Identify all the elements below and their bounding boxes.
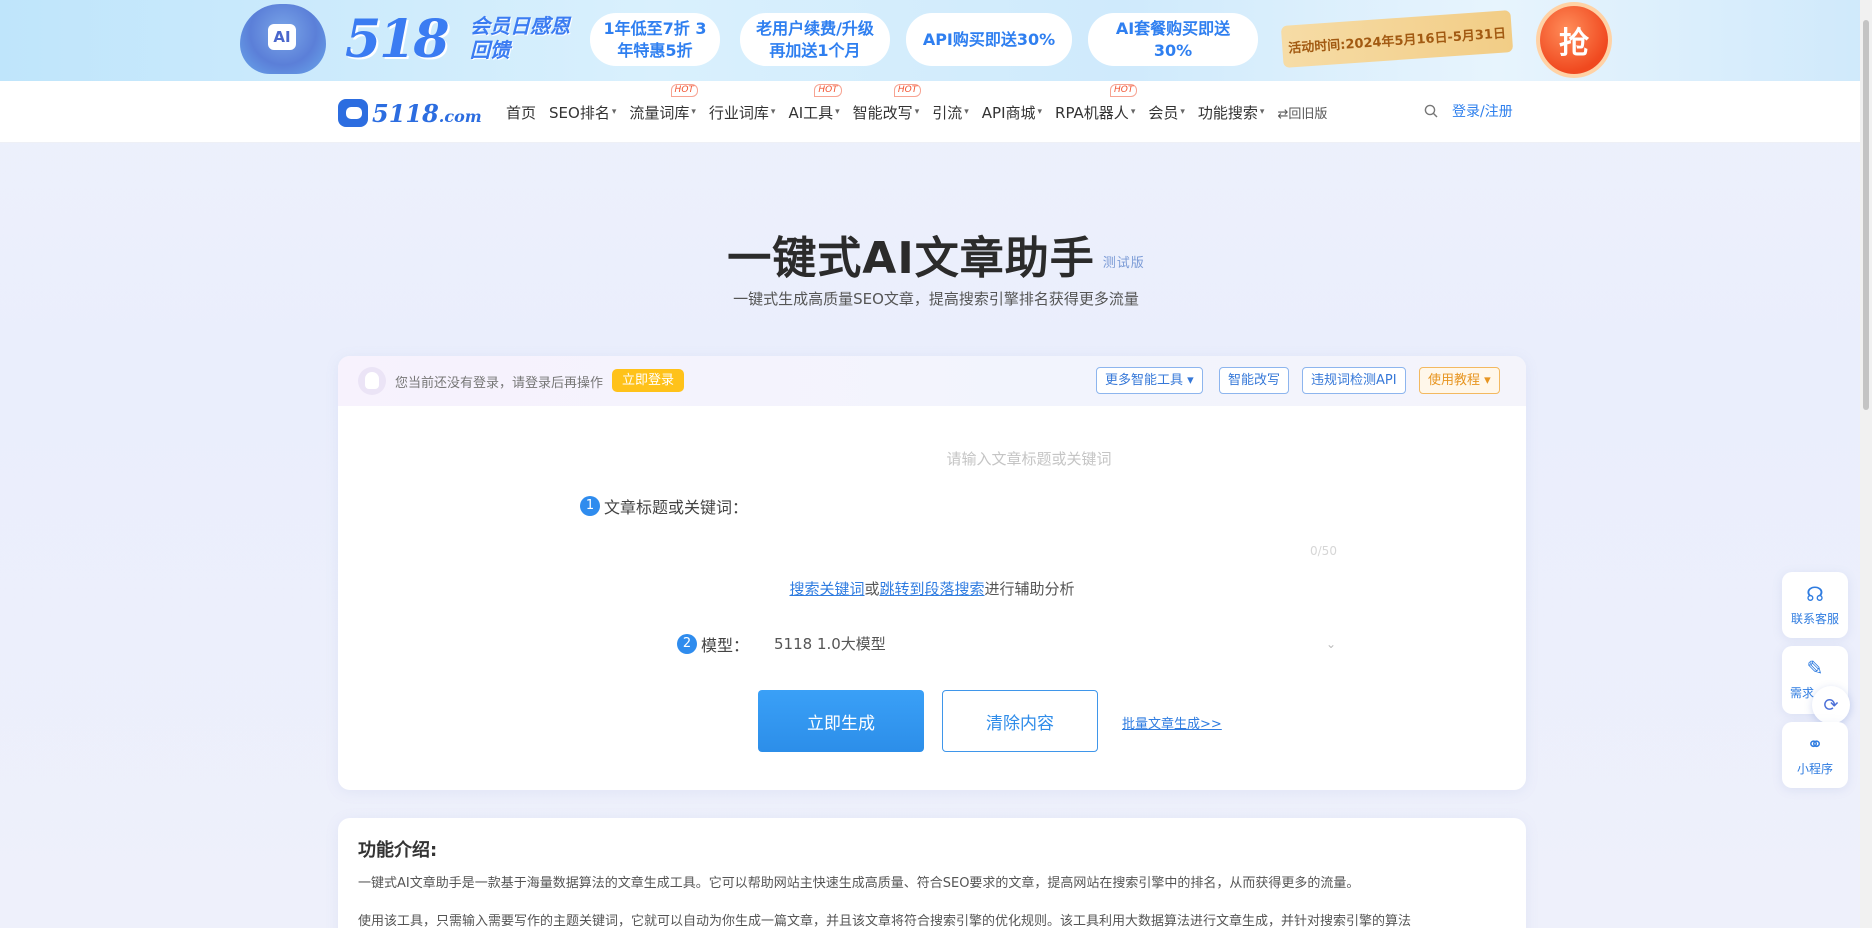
login-notice: 您当前还没有登录，请登录后再操作 [395, 376, 604, 391]
promo-grab-button[interactable]: 抢 [1540, 6, 1608, 74]
login-register-link[interactable]: 登录/注册 [1452, 101, 1513, 121]
promo-pill-ai[interactable]: AI套餐购买即送30% [1088, 13, 1258, 66]
paragraph-search-link[interactable]: 跳转到段落搜索 [880, 580, 985, 598]
nav-item-ai-tools[interactable]: AI工具 ▾ HOT [788, 83, 842, 123]
chevron-down-icon: ▾ [770, 107, 776, 117]
nav-item-rpa-robot[interactable]: RPA机器人 ▾ HOT [1055, 83, 1138, 123]
article-generator-card: 您当前还没有登录，请登录后再操作 立即登录 更多智能工具 ▾ 智能改写 违规词检… [338, 356, 1526, 790]
promo-pill-api[interactable]: API购买即送30% [906, 13, 1072, 66]
promo-banner[interactable]: AI 518 会员日感恩回馈 1年低至7折 3年特惠5折 老用户续费/升级 再加… [0, 0, 1872, 81]
promo-pill-discount[interactable]: 1年低至7折 3年特惠5折 [590, 13, 720, 66]
customer-service-label: 联系客服 [1790, 612, 1839, 626]
feature-intro-card: 功能介绍: 一键式AI文章助手是一款基于海量数据算法的文章生成工具。它可以帮助网… [338, 818, 1526, 928]
logo-icon [338, 99, 368, 127]
nav-item-feature-search[interactable]: 功能搜索 ▾ [1198, 102, 1265, 123]
top-nav: 5118.com 首页 SEO排名 ▾ 流量词库 ▾ HOT 行业词库 ▾ AI工具 ▾ H… [0, 81, 1872, 143]
beta-badge: 测试版 [1102, 255, 1145, 271]
page-subtitle: 一键式生成高质量SEO文章，提高搜索引擎排名获得更多流量 [733, 290, 1139, 308]
char-counter: 0/50 [1310, 544, 1337, 558]
intro-heading: 功能介绍: [358, 840, 438, 861]
promo-logo-subtitle: 会员日感恩回馈 [470, 14, 570, 62]
customer-service-button[interactable]: ☊ 联系客服 [1782, 572, 1848, 638]
page-scrollbar[interactable] [1860, 0, 1872, 928]
generate-button[interactable]: 立即生成 [758, 690, 924, 752]
nav-item-home[interactable]: 首页 [506, 102, 536, 123]
hot-badge: HOT [893, 83, 922, 97]
chevron-down-icon: ▾ [611, 107, 617, 117]
brand-text: 5118.com [372, 98, 482, 128]
chevron-down-icon: ▾ [1130, 107, 1136, 117]
nav-item-industry-words[interactable]: 行业词库 ▾ [709, 102, 776, 123]
edit-icon: ✎ [1806, 656, 1824, 680]
scrollbar-thumb[interactable] [1863, 20, 1869, 410]
title-field-label: 1 文章标题或关键词： [580, 494, 748, 518]
title-keyword-input[interactable] [744, 448, 1314, 544]
mascot-image: AI [240, 4, 326, 74]
chevron-down-icon: ▾ [914, 107, 920, 117]
login-now-button[interactable]: 立即登录 [612, 369, 685, 392]
nav-item-traffic-drive[interactable]: 引流 ▾ [932, 102, 969, 123]
mini-program-label: 小程序 [1796, 762, 1833, 776]
chevron-down-icon: ⌄ [1325, 637, 1336, 651]
chevron-down-icon: ▾ [1037, 107, 1043, 117]
smart-rewrite-button[interactable]: 智能改写 [1219, 367, 1290, 394]
batch-generate-link[interactable]: 批量文章生成>> [1122, 713, 1222, 732]
hot-badge: HOT [1109, 83, 1138, 97]
site-logo[interactable]: 5118.com [338, 97, 482, 129]
nav-item-traffic-words[interactable]: 流量词库 ▾ HOT [629, 83, 698, 123]
nav-item-seo-rank[interactable]: SEO排名 ▾ [549, 102, 616, 123]
chevron-down-icon: ▾ [1180, 107, 1185, 117]
link-icon: ⚭ [1806, 732, 1824, 756]
helper-text: 搜索关键词或跳转到段落搜索进行辅助分析 [789, 580, 1075, 598]
model-field-label: 2 模型： [677, 632, 749, 656]
step-number-2: 2 [677, 634, 697, 654]
chat-bubble-icon[interactable]: ⟳ [1812, 686, 1850, 724]
model-select[interactable]: 5118 1.0大模型 ⌄ [762, 629, 1348, 659]
promo-pill-renewal[interactable]: 老用户续费/升级 再加送1个月 [740, 13, 890, 66]
step-number-1: 1 [580, 496, 600, 516]
mascot-text: AI [268, 24, 296, 50]
nav-item-smart-rewrite[interactable]: 智能改写 ▾ HOT [853, 83, 922, 123]
more-tools-dropdown[interactable]: 更多智能工具 ▾ [1096, 367, 1203, 394]
search-icon[interactable] [1424, 104, 1438, 118]
tutorial-dropdown[interactable]: 使用教程 ▾ [1419, 367, 1500, 394]
hot-badge: HOT [814, 83, 842, 97]
intro-paragraph-2: 使用该工具，只需输入需要写作的主题关键词，它就可以自动为你生成一篇文章，并且该文… [358, 914, 1412, 928]
intro-paragraph-1: 一键式AI文章助手是一款基于海量数据算法的文章生成工具。它可以帮助网站主快速生成… [358, 876, 1360, 891]
page-title: 一键式AI文章助手 测试版 [727, 233, 1145, 284]
violation-api-button[interactable]: 违规词检测API [1302, 367, 1406, 394]
promo-logo-number: 518 [345, 9, 450, 70]
chevron-down-icon: ▾ [835, 107, 840, 117]
nav-item-membership[interactable]: 会员 ▾ [1148, 102, 1185, 123]
hot-badge: HOT [670, 83, 698, 97]
chevron-down-icon: ▾ [1259, 107, 1265, 117]
chevron-down-icon: ▾ [964, 107, 969, 117]
user-avatar-icon [358, 367, 386, 395]
nav-old-version-link[interactable]: ⇄回旧版 [1277, 103, 1327, 122]
chevron-down-icon: ▾ [691, 107, 696, 117]
clear-content-button[interactable]: 清除内容 [942, 690, 1098, 752]
main-menu: 首页 SEO排名 ▾ 流量词库 ▾ HOT 行业词库 ▾ AI工具 ▾ HOT 智能改写 ▾ H… [506, 81, 1340, 143]
headset-icon: ☊ [1806, 582, 1824, 606]
search-keyword-link[interactable]: 搜索关键词 [789, 580, 864, 598]
mini-program-button[interactable]: ⚭ 小程序 [1782, 722, 1848, 788]
nav-item-api-store[interactable]: API商城 ▾ [982, 102, 1042, 123]
promo-ribbon-dates: 活动时间:2024年5月16日-5月31日 [1280, 10, 1514, 68]
